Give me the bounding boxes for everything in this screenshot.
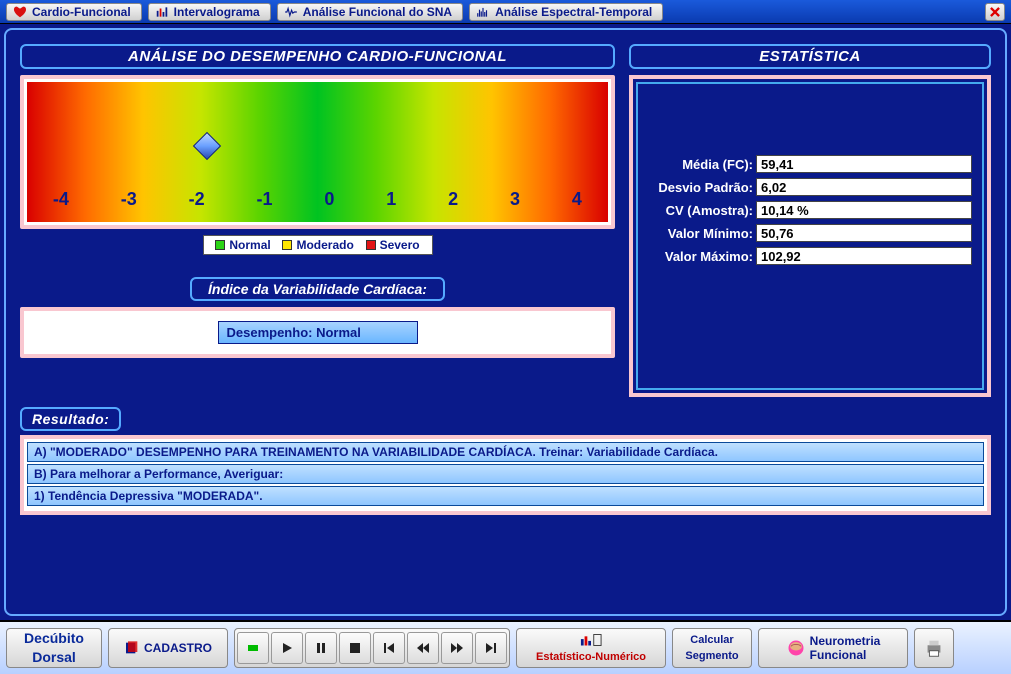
result-line: B) Para melhorar a Performance, Averigua… — [27, 464, 984, 484]
neuro-line1: Neurometria — [810, 634, 881, 648]
swatch-normal — [215, 240, 225, 250]
forward-icon — [450, 642, 464, 654]
calc-line2: Segmento — [685, 650, 738, 662]
pause-button[interactable] — [305, 632, 337, 664]
spectrum-icon — [476, 5, 490, 19]
stats-header: ESTATÍSTICA — [629, 44, 991, 69]
tab-analise-sna[interactable]: Análise Funcional do SNA — [277, 3, 463, 21]
stat-numeric-icon — [580, 633, 602, 647]
tick: -4 — [53, 189, 69, 210]
scale-tick-labels: -4 -3 -2 -1 0 1 2 3 4 — [27, 189, 608, 210]
skip-start-icon — [383, 642, 395, 654]
legend-moderado: Moderado — [296, 238, 353, 252]
skip-end-icon — [485, 642, 497, 654]
print-button[interactable] — [914, 628, 954, 668]
performance-panel: Desempenho: Normal — [20, 307, 615, 358]
waveform-icon — [284, 5, 298, 19]
color-scale: -4 -3 -2 -1 0 1 2 3 4 — [27, 82, 608, 222]
stat-value: 50,76 — [756, 224, 972, 242]
performance-value: Desempenho: Normal — [218, 321, 418, 344]
tab-intervalograma[interactable]: Intervalograma — [148, 3, 271, 21]
swatch-severo — [366, 240, 376, 250]
forward-button[interactable] — [441, 632, 473, 664]
stat-row-media: Média (FC): 59,41 — [648, 154, 972, 174]
legend-severo: Severo — [380, 238, 420, 252]
calc-line1: Calcular — [690, 634, 733, 646]
scale-marker — [193, 132, 221, 160]
stat-value: 6,02 — [756, 178, 972, 196]
tab-label: Intervalograma — [174, 5, 260, 19]
stat-label: Valor Máximo: — [648, 249, 756, 264]
transport-controls — [234, 628, 510, 668]
close-button[interactable] — [985, 3, 1005, 21]
tab-label: Análise Espectral-Temporal — [495, 5, 652, 19]
result-line: 1) Tendência Depressiva "MODERADA". — [27, 486, 984, 506]
stat-numeric-label: Estatístico-Numérico — [536, 651, 646, 663]
tab-label: Análise Funcional do SNA — [303, 5, 452, 19]
mode-decubito-button[interactable]: Decúbito Dorsal — [6, 628, 102, 668]
skip-end-button[interactable] — [475, 632, 507, 664]
calc-segment-button[interactable]: Calcular Segmento — [672, 628, 752, 668]
tab-label: Cardio-Funcional — [32, 5, 131, 19]
stat-row-cv: CV (Amostra): 10,14 % — [648, 200, 972, 220]
stat-row-max: Valor Máximo: 102,92 — [648, 246, 972, 266]
neurometria-button[interactable]: Neurometria Funcional — [758, 628, 908, 668]
result-line: A) "MODERADO" DESEMPENHO PARA TREINAMENT… — [27, 442, 984, 462]
tick: 4 — [572, 189, 582, 210]
scale-panel: -4 -3 -2 -1 0 1 2 3 4 — [20, 75, 615, 229]
neuro-line2: Funcional — [810, 648, 881, 662]
variability-header: Índice da Variabilidade Cardíaca: — [190, 277, 445, 301]
tick: 2 — [448, 189, 458, 210]
tick: -3 — [121, 189, 137, 210]
stat-value: 59,41 — [756, 155, 972, 173]
stat-label: CV (Amostra): — [648, 203, 756, 218]
stat-label: Desvio Padrão: — [648, 180, 756, 195]
stop-icon — [349, 642, 361, 654]
result-panel: A) "MODERADO" DESEMPENHO PARA TREINAMENT… — [20, 435, 991, 515]
stat-row-dp: Desvio Padrão: 6,02 — [648, 177, 972, 197]
stat-row-min: Valor Mínimo: 50,76 — [648, 223, 972, 243]
tick: -1 — [257, 189, 273, 210]
pause-icon — [315, 642, 327, 654]
stat-value: 10,14 % — [756, 201, 972, 219]
close-icon — [988, 5, 1002, 19]
stat-label: Média (FC): — [648, 157, 756, 172]
legend-normal: Normal — [229, 238, 270, 252]
mode-line1: Decúbito — [24, 631, 84, 646]
skip-start-button[interactable] — [373, 632, 405, 664]
record-icon — [247, 642, 259, 654]
bottom-toolbar: Decúbito Dorsal CADASTRO Estatístico-Num… — [0, 620, 1011, 674]
top-tab-bar: Cardio-Funcional Intervalograma Análise … — [0, 0, 1011, 24]
tab-analise-espectral[interactable]: Análise Espectral-Temporal — [469, 3, 663, 21]
stat-numeric-button[interactable]: Estatístico-Numérico — [516, 628, 666, 668]
stop-button[interactable] — [339, 632, 371, 664]
record-button[interactable] — [237, 632, 269, 664]
play-button[interactable] — [271, 632, 303, 664]
printer-icon — [923, 635, 945, 661]
rewind-icon — [416, 642, 430, 654]
stat-label: Valor Mínimo: — [648, 226, 756, 241]
tick: -2 — [189, 189, 205, 210]
rewind-button[interactable] — [407, 632, 439, 664]
tab-cardio-funcional[interactable]: Cardio-Funcional — [6, 3, 142, 21]
analysis-header: ANÁLISE DO DESEMPENHO CARDIO-FUNCIONAL — [20, 44, 615, 69]
play-icon — [281, 642, 293, 654]
registry-icon — [124, 640, 140, 656]
tick: 0 — [324, 189, 334, 210]
tick: 1 — [386, 189, 396, 210]
bar-chart-icon — [155, 5, 169, 19]
mode-line2: Dorsal — [32, 650, 76, 665]
cadastro-label: CADASTRO — [144, 641, 212, 655]
stats-panel: Média (FC): 59,41 Desvio Padrão: 6,02 CV… — [629, 75, 991, 397]
brain-icon — [786, 638, 806, 658]
swatch-moderado — [282, 240, 292, 250]
result-header: Resultado: — [20, 407, 121, 431]
scale-legend: Normal Moderado Severo — [203, 235, 433, 255]
stat-value: 102,92 — [756, 247, 972, 265]
cadastro-button[interactable]: CADASTRO — [108, 628, 228, 668]
tick: 3 — [510, 189, 520, 210]
heart-icon — [13, 5, 27, 19]
